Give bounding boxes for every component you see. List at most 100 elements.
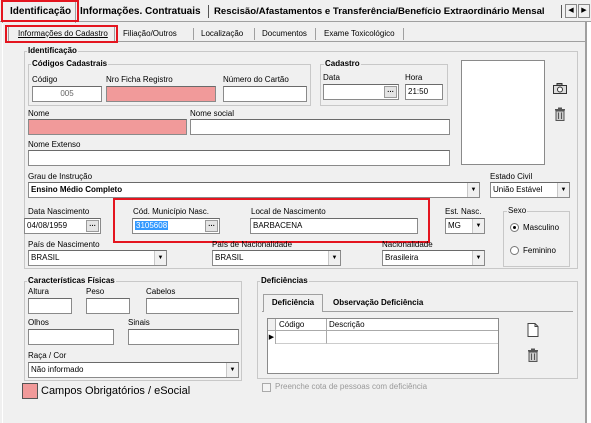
chevron-down-icon: ▼ xyxy=(467,183,479,197)
grid-row-indicator-icon: ▶ xyxy=(268,331,276,344)
radio-dot xyxy=(513,226,516,229)
chevron-down-icon: ▼ xyxy=(557,183,569,197)
trash-icon[interactable] xyxy=(527,348,539,362)
subtab-exame-toxicologico[interactable]: Exame Toxicológico xyxy=(324,27,395,41)
caracteristicas-group-title: Características Físicas xyxy=(27,276,116,286)
tab-observacao-deficiencia[interactable]: Observação Deficiência xyxy=(333,297,423,309)
camera-icon[interactable] xyxy=(553,83,567,94)
main-tab-bar: Identificação Informações. Contratuais R… xyxy=(0,0,591,23)
raca-label: Raça / Cor xyxy=(28,351,67,360)
chevron-down-icon: ▼ xyxy=(328,251,340,265)
chevron-down-icon: ▼ xyxy=(472,219,484,233)
new-document-icon[interactable] xyxy=(527,323,539,337)
cota-checkbox-label: Preenche cota de pessoas com deficiência xyxy=(275,382,428,391)
grid-cell-descricao[interactable] xyxy=(327,331,498,344)
photo-box[interactable] xyxy=(461,60,545,165)
trash-icon[interactable] xyxy=(554,107,566,121)
cabelos-label: Cabelos xyxy=(146,287,176,296)
nome-extenso-field[interactable] xyxy=(28,150,450,166)
tab-separator xyxy=(208,5,209,18)
local-nascimento-label: Local de Nascimento xyxy=(251,207,326,216)
grau-instrucao-select[interactable]: Ensino Médio Completo ▼ xyxy=(28,182,480,198)
identificacao-group-title: Identificação xyxy=(27,46,78,56)
tab-scroll-right-icon[interactable]: ▶ xyxy=(578,4,590,18)
nome-social-field[interactable] xyxy=(190,119,450,135)
nacionalidade-select[interactable]: Brasileira ▼ xyxy=(382,250,485,266)
olhos-label: Olhos xyxy=(28,318,49,327)
subtab-documentos[interactable]: Documentos xyxy=(262,27,307,41)
cota-checkbox[interactable] xyxy=(262,383,271,392)
chevron-down-icon: ▼ xyxy=(154,251,166,265)
nome-field[interactable] xyxy=(28,119,187,135)
required-legend-label: Campos Obrigatórios / eSocial xyxy=(41,385,191,397)
olhos-field[interactable] xyxy=(28,329,114,345)
chevron-down-icon: ▼ xyxy=(226,363,238,377)
grid-indicator-header xyxy=(268,319,276,331)
nome-label: Nome xyxy=(28,109,50,118)
grid-header-descricao[interactable]: Descrição xyxy=(327,319,498,331)
peso-label: Peso xyxy=(86,287,105,296)
subtab-filiacao[interactable]: Filiação/Outros xyxy=(123,27,177,41)
lookup-button[interactable]: … xyxy=(205,220,218,232)
ficha-registro-field[interactable] xyxy=(106,86,216,102)
estado-nascimento-select[interactable]: MG ▼ xyxy=(445,218,485,234)
subtab-localizacao[interactable]: Localização xyxy=(201,27,243,41)
ficha-label: Nro Ficha Registro xyxy=(106,75,173,84)
tab-scroll-left-icon[interactable]: ◀ xyxy=(565,4,577,18)
deficiencias-group-title: Deficiências xyxy=(260,276,309,286)
local-nascimento-field[interactable]: BARBACENA xyxy=(250,218,418,234)
estado-nascimento-label: Est. Nasc. xyxy=(445,207,482,216)
subtab-sep xyxy=(193,28,194,40)
grid-cell-codigo[interactable] xyxy=(276,331,327,344)
subtab-sep xyxy=(315,28,316,40)
radio-feminino-label: Feminino xyxy=(523,246,556,255)
required-color-swatch xyxy=(22,383,38,399)
cadastro-group-title: Cadastro xyxy=(324,59,361,69)
tab-deficiencia[interactable]: Deficiência xyxy=(263,294,323,312)
data-label: Data xyxy=(323,73,340,82)
data-nascimento-label: Data Nascimento xyxy=(28,207,90,216)
subtab-highlight xyxy=(5,25,118,43)
subtab-sep xyxy=(403,28,404,40)
peso-field[interactable] xyxy=(86,298,130,314)
cabelos-field[interactable] xyxy=(146,298,239,314)
pais-nascimento-select[interactable]: BRASIL ▼ xyxy=(28,250,167,266)
radio-feminino[interactable] xyxy=(510,246,519,255)
municipio-field[interactable]: 3105608… xyxy=(132,218,220,234)
pais-nacionalidade-label: País de Nacionalidade xyxy=(212,240,293,249)
raca-select[interactable]: Não informado ▼ xyxy=(28,362,239,378)
data-cadastro-field[interactable]: … xyxy=(323,84,399,100)
radio-masculino-label: Masculino xyxy=(523,223,560,232)
hora-label: Hora xyxy=(405,73,423,82)
sinais-label: Sinais xyxy=(128,318,150,327)
codigo-label: Código xyxy=(32,75,58,84)
date-picker-button[interactable]: … xyxy=(86,220,99,232)
tab-informacoes-contratuais[interactable]: Informações. Contratuais xyxy=(80,3,201,21)
nome-social-label: Nome social xyxy=(190,109,235,118)
tab-highlight xyxy=(1,0,79,22)
deficiencias-grid[interactable]: Código Descrição ▶ xyxy=(267,318,499,374)
altura-field[interactable] xyxy=(28,298,72,314)
cartao-field[interactable] xyxy=(223,86,307,102)
nacionalidade-label: Nacionalidade xyxy=(382,240,433,249)
codigos-group-title: Códigos Cadastrais xyxy=(31,59,109,69)
sinais-field[interactable] xyxy=(128,329,239,345)
pais-nacionalidade-select[interactable]: BRASIL ▼ xyxy=(212,250,341,266)
nome-extenso-label: Nome Extenso xyxy=(28,140,81,149)
subtab-sep xyxy=(254,28,255,40)
hora-field[interactable]: 21:50 xyxy=(405,84,443,100)
data-nascimento-field[interactable]: 04/08/1959… xyxy=(24,218,101,234)
cartao-label: Número do Cartão xyxy=(223,75,289,84)
codigo-field[interactable]: 005 xyxy=(32,86,102,102)
radio-masculino[interactable] xyxy=(510,223,519,232)
altura-label: Altura xyxy=(28,287,49,296)
estado-civil-select[interactable]: União Estável ▼ xyxy=(490,182,570,198)
date-picker-button[interactable]: … xyxy=(384,86,397,98)
scroll-edge xyxy=(586,22,591,423)
grid-header-codigo[interactable]: Código xyxy=(276,319,327,331)
sexo-group xyxy=(503,211,570,267)
chevron-down-icon: ▼ xyxy=(472,251,484,265)
municipio-label: Cód. Município Nasc. xyxy=(133,207,210,216)
sexo-group-title: Sexo xyxy=(507,206,528,216)
tab-rescisao[interactable]: Rescisão/Afastamentos e Transferência/Be… xyxy=(214,3,545,21)
